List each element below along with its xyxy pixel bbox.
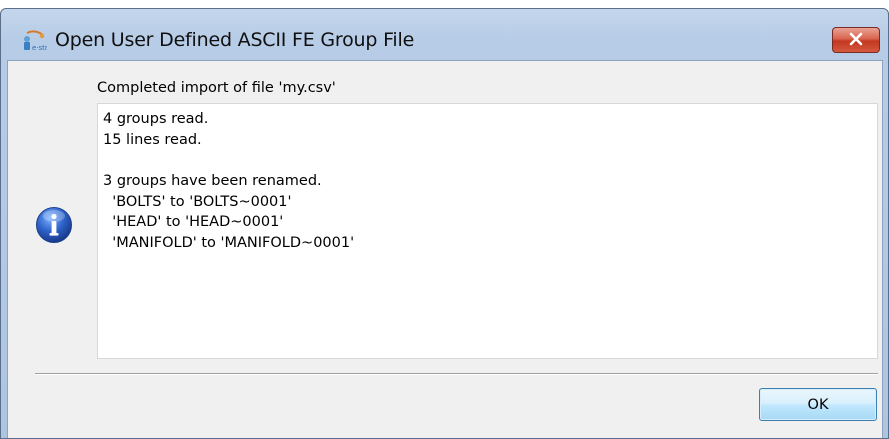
svg-text:e·str: e·str	[32, 44, 47, 52]
close-button[interactable]	[832, 27, 880, 53]
message-line	[98, 150, 877, 171]
window-title: Open User Defined ASCII FE Group File	[55, 29, 415, 51]
title-bar[interactable]: e·str Open User Defined ASCII FE Group F…	[1, 9, 888, 65]
ok-button[interactable]: OK	[759, 388, 877, 421]
dialog-body: Completed import of file 'my.csv' 4 grou…	[7, 60, 883, 438]
message-line: 'MANIFOLD' to 'MANIFOLD~0001'	[103, 235, 355, 252]
message-line: 15 lines read.	[103, 131, 202, 148]
app-logo-icon: e·str	[21, 29, 48, 53]
import-status-heading: Completed import of file 'my.csv'	[97, 80, 336, 96]
info-icon	[35, 206, 73, 244]
dialog-window: e·str Open User Defined ASCII FE Group F…	[0, 8, 889, 439]
message-line: 3 groups have been renamed.	[103, 173, 322, 190]
message-line: 4 groups read.	[103, 111, 209, 127]
close-icon	[848, 31, 864, 50]
message-line: 'BOLTS' to 'BOLTS~0001'	[103, 193, 292, 210]
message-text-box[interactable]: 4 groups read. 15 lines read. 3 groups h…	[97, 103, 878, 359]
divider	[35, 373, 878, 375]
message-line: 'HEAD' to 'HEAD~0001'	[103, 214, 284, 231]
